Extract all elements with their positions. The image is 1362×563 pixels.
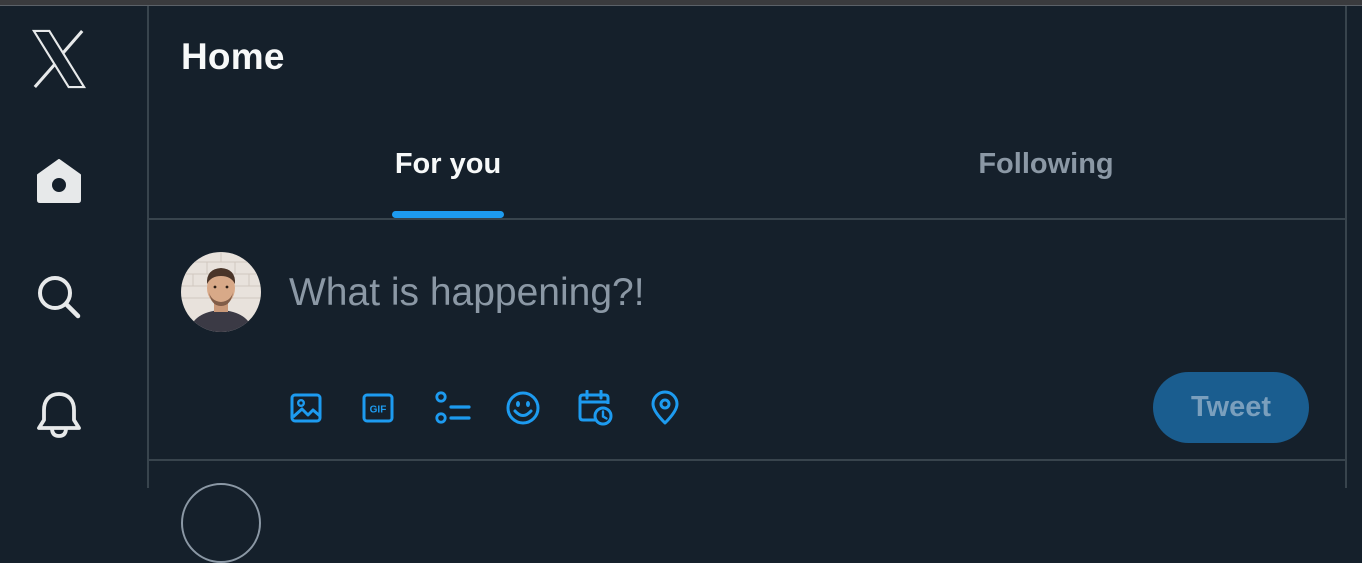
tabs-divider (149, 218, 1345, 220)
page-title: Home (181, 36, 285, 77)
main-right-border (1345, 6, 1347, 488)
gif-button[interactable]: GIF (361, 388, 433, 428)
main-column: Home For you Following What is happening… (149, 6, 1345, 563)
media-button[interactable] (289, 388, 361, 428)
schedule-button[interactable] (577, 388, 649, 428)
tab-label: For you (394, 147, 502, 180)
composer-divider (149, 459, 1345, 461)
gif-icon: GIF (362, 393, 394, 423)
avatar[interactable] (181, 483, 261, 563)
poll-button[interactable] (433, 388, 505, 428)
location-button[interactable] (649, 388, 721, 428)
timeline-tabs: For you Following (149, 114, 1345, 218)
poll-icon (435, 391, 471, 424)
notifications-icon[interactable] (30, 386, 88, 444)
tab-following[interactable]: Following (747, 114, 1345, 218)
schedule-icon (578, 390, 613, 426)
active-tab-indicator (392, 211, 504, 218)
x-logo-icon[interactable] (30, 29, 88, 89)
sidebar (0, 6, 148, 488)
svg-text:GIF: GIF (370, 405, 387, 416)
tab-label: Following (978, 147, 1114, 180)
compose-input[interactable] (289, 268, 1109, 318)
location-icon (651, 390, 679, 425)
tweet-button[interactable]: Tweet (1153, 372, 1309, 443)
avatar[interactable] (181, 252, 261, 332)
emoji-button[interactable] (505, 388, 577, 428)
compose-toolbar: GIF (289, 388, 721, 428)
home-icon[interactable] (30, 152, 88, 210)
image-icon (290, 393, 322, 423)
emoji-icon (506, 391, 540, 425)
search-icon[interactable] (30, 268, 88, 326)
tab-for-you[interactable]: For you (149, 114, 747, 218)
